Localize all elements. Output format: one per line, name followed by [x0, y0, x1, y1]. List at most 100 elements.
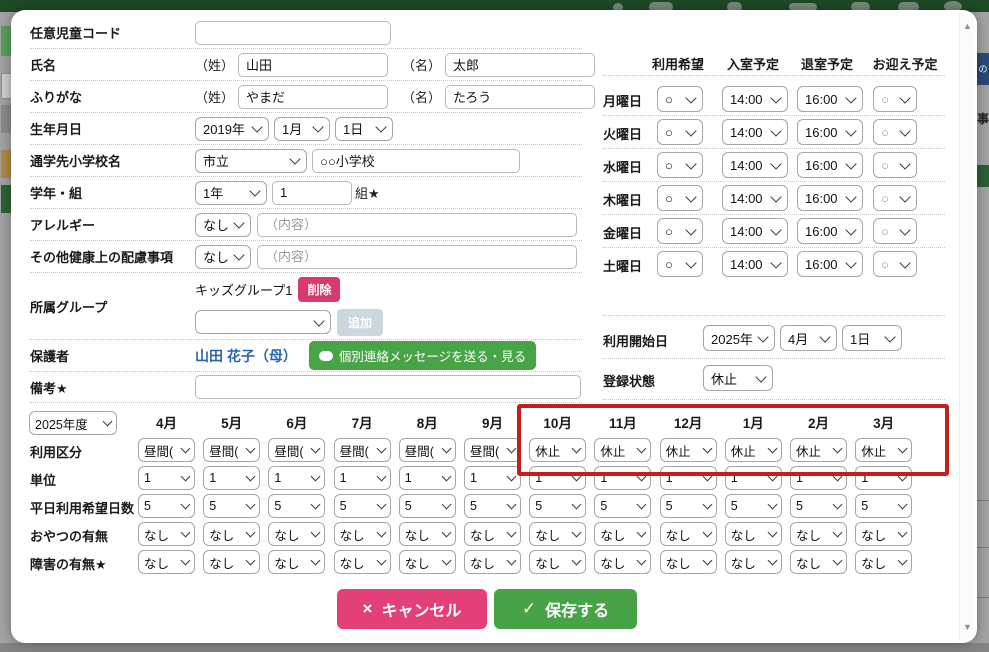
monthly-cell-select[interactable]: なし	[725, 550, 782, 574]
save-button[interactable]: ✓ 保存する	[494, 589, 637, 629]
group-add-button[interactable]: 追加	[337, 309, 383, 336]
monthly-cell-select[interactable]: 5	[203, 494, 260, 518]
enter-time-select[interactable]: 14:00	[722, 119, 788, 145]
kana-sei-input[interactable]	[238, 85, 388, 109]
monthly-cell-select[interactable]: 昼間(	[138, 438, 195, 462]
pickup-select[interactable]: ○	[873, 251, 917, 277]
pickup-select[interactable]: ○	[873, 185, 917, 211]
guardian-name-link[interactable]: 山田 花子（母）	[195, 346, 297, 366]
pickup-select[interactable]: ○	[873, 86, 917, 112]
scroll-down-icon[interactable]: ▼	[960, 622, 975, 632]
monthly-cell-select[interactable]: 休止	[790, 438, 847, 462]
sei-input[interactable]	[238, 53, 388, 77]
monthly-cell-select[interactable]: 5	[138, 494, 195, 518]
pickup-select[interactable]: ○	[873, 218, 917, 244]
leave-time-select[interactable]: 16:00	[797, 185, 863, 211]
kana-mei-input[interactable]	[445, 85, 595, 109]
monthly-cell-select[interactable]: 昼間(	[399, 438, 456, 462]
wish-select[interactable]: ○	[657, 86, 703, 112]
monthly-cell-select[interactable]: なし	[660, 550, 717, 574]
monthly-cell-select[interactable]: 5	[790, 494, 847, 518]
wish-select[interactable]: ○	[657, 185, 703, 211]
group-add-select[interactable]	[195, 310, 331, 334]
monthly-cell-select[interactable]: 昼間(	[334, 438, 391, 462]
monthly-cell-select[interactable]: 休止	[855, 438, 912, 462]
enter-time-select[interactable]: 14:00	[722, 152, 788, 178]
monthly-cell-select[interactable]: 休止	[529, 438, 586, 462]
monthly-cell-select[interactable]: 1	[334, 466, 391, 490]
monthly-cell-select[interactable]: なし	[529, 550, 586, 574]
monthly-cell-select[interactable]: なし	[203, 522, 260, 546]
status-select[interactable]: 休止	[703, 365, 773, 391]
monthly-cell-select[interactable]: 1	[464, 466, 521, 490]
health-detail-input[interactable]	[257, 245, 577, 269]
monthly-cell-select[interactable]: 1	[268, 466, 325, 490]
fiscal-year-select[interactable]: 2025年度	[29, 411, 117, 435]
monthly-cell-select[interactable]: 5	[594, 494, 651, 518]
monthly-cell-select[interactable]: なし	[138, 522, 195, 546]
class-input[interactable]	[272, 181, 352, 205]
start-day-select[interactable]: 1日	[842, 325, 902, 351]
monthly-cell-select[interactable]: なし	[855, 522, 912, 546]
leave-time-select[interactable]: 16:00	[797, 86, 863, 112]
monthly-cell-select[interactable]: なし	[790, 550, 847, 574]
monthly-cell-select[interactable]: 昼間(	[268, 438, 325, 462]
birth-year-select[interactable]: 2019年	[195, 117, 269, 141]
leave-time-select[interactable]: 16:00	[797, 218, 863, 244]
leave-time-select[interactable]: 16:00	[797, 251, 863, 277]
enter-time-select[interactable]: 14:00	[722, 185, 788, 211]
monthly-cell-select[interactable]: 1	[399, 466, 456, 490]
monthly-cell-select[interactable]: 5	[725, 494, 782, 518]
monthly-cell-select[interactable]: なし	[334, 522, 391, 546]
monthly-cell-select[interactable]: 1	[725, 466, 782, 490]
wish-select[interactable]: ○	[657, 119, 703, 145]
wish-select[interactable]: ○	[657, 152, 703, 178]
birth-month-select[interactable]: 1月	[274, 117, 330, 141]
monthly-cell-select[interactable]: 昼間(	[464, 438, 521, 462]
monthly-cell-select[interactable]: 1	[529, 466, 586, 490]
monthly-cell-select[interactable]: 5	[529, 494, 586, 518]
monthly-cell-select[interactable]: 1	[790, 466, 847, 490]
scroll-up-icon[interactable]: ▲	[960, 21, 975, 31]
monthly-cell-select[interactable]: 1	[138, 466, 195, 490]
monthly-cell-select[interactable]: 休止	[594, 438, 651, 462]
monthly-cell-select[interactable]: 1	[855, 466, 912, 490]
monthly-cell-select[interactable]: なし	[529, 522, 586, 546]
cancel-button[interactable]: × キャンセル	[337, 589, 487, 629]
monthly-cell-select[interactable]: 昼間(	[203, 438, 260, 462]
monthly-cell-select[interactable]: なし	[138, 550, 195, 574]
monthly-cell-select[interactable]: 5	[855, 494, 912, 518]
monthly-cell-select[interactable]: なし	[464, 522, 521, 546]
start-month-select[interactable]: 4月	[780, 325, 837, 351]
monthly-cell-select[interactable]: なし	[594, 550, 651, 574]
guardian-message-button[interactable]: 個別連絡メッセージを送る・見る	[309, 341, 536, 370]
monthly-cell-select[interactable]: 5	[660, 494, 717, 518]
pickup-select[interactable]: ○	[873, 119, 917, 145]
monthly-cell-select[interactable]: なし	[334, 550, 391, 574]
school-name-input[interactable]	[312, 149, 520, 173]
birth-day-select[interactable]: 1日	[335, 117, 393, 141]
allergy-select[interactable]: なし	[195, 213, 251, 237]
monthly-cell-select[interactable]: なし	[399, 522, 456, 546]
wish-select[interactable]: ○	[657, 218, 703, 244]
monthly-cell-select[interactable]: 休止	[725, 438, 782, 462]
note-input[interactable]	[195, 375, 581, 399]
allergy-detail-input[interactable]	[257, 213, 577, 237]
school-type-select[interactable]: 市立	[195, 149, 307, 173]
enter-time-select[interactable]: 14:00	[722, 251, 788, 277]
monthly-cell-select[interactable]: なし	[203, 550, 260, 574]
monthly-cell-select[interactable]: なし	[399, 550, 456, 574]
modal-scrollbar[interactable]: ▲ ▼	[959, 13, 975, 640]
leave-time-select[interactable]: 16:00	[797, 152, 863, 178]
grade-select[interactable]: 1年	[195, 181, 267, 205]
monthly-cell-select[interactable]: なし	[725, 522, 782, 546]
monthly-cell-select[interactable]: なし	[464, 550, 521, 574]
pickup-select[interactable]: ○	[873, 152, 917, 178]
leave-time-select[interactable]: 16:00	[797, 119, 863, 145]
monthly-cell-select[interactable]: 1	[660, 466, 717, 490]
health-select[interactable]: なし	[195, 245, 251, 269]
monthly-cell-select[interactable]: なし	[855, 550, 912, 574]
start-year-select[interactable]: 2025年	[703, 325, 775, 351]
wish-select[interactable]: ○	[657, 251, 703, 277]
monthly-cell-select[interactable]: なし	[268, 550, 325, 574]
